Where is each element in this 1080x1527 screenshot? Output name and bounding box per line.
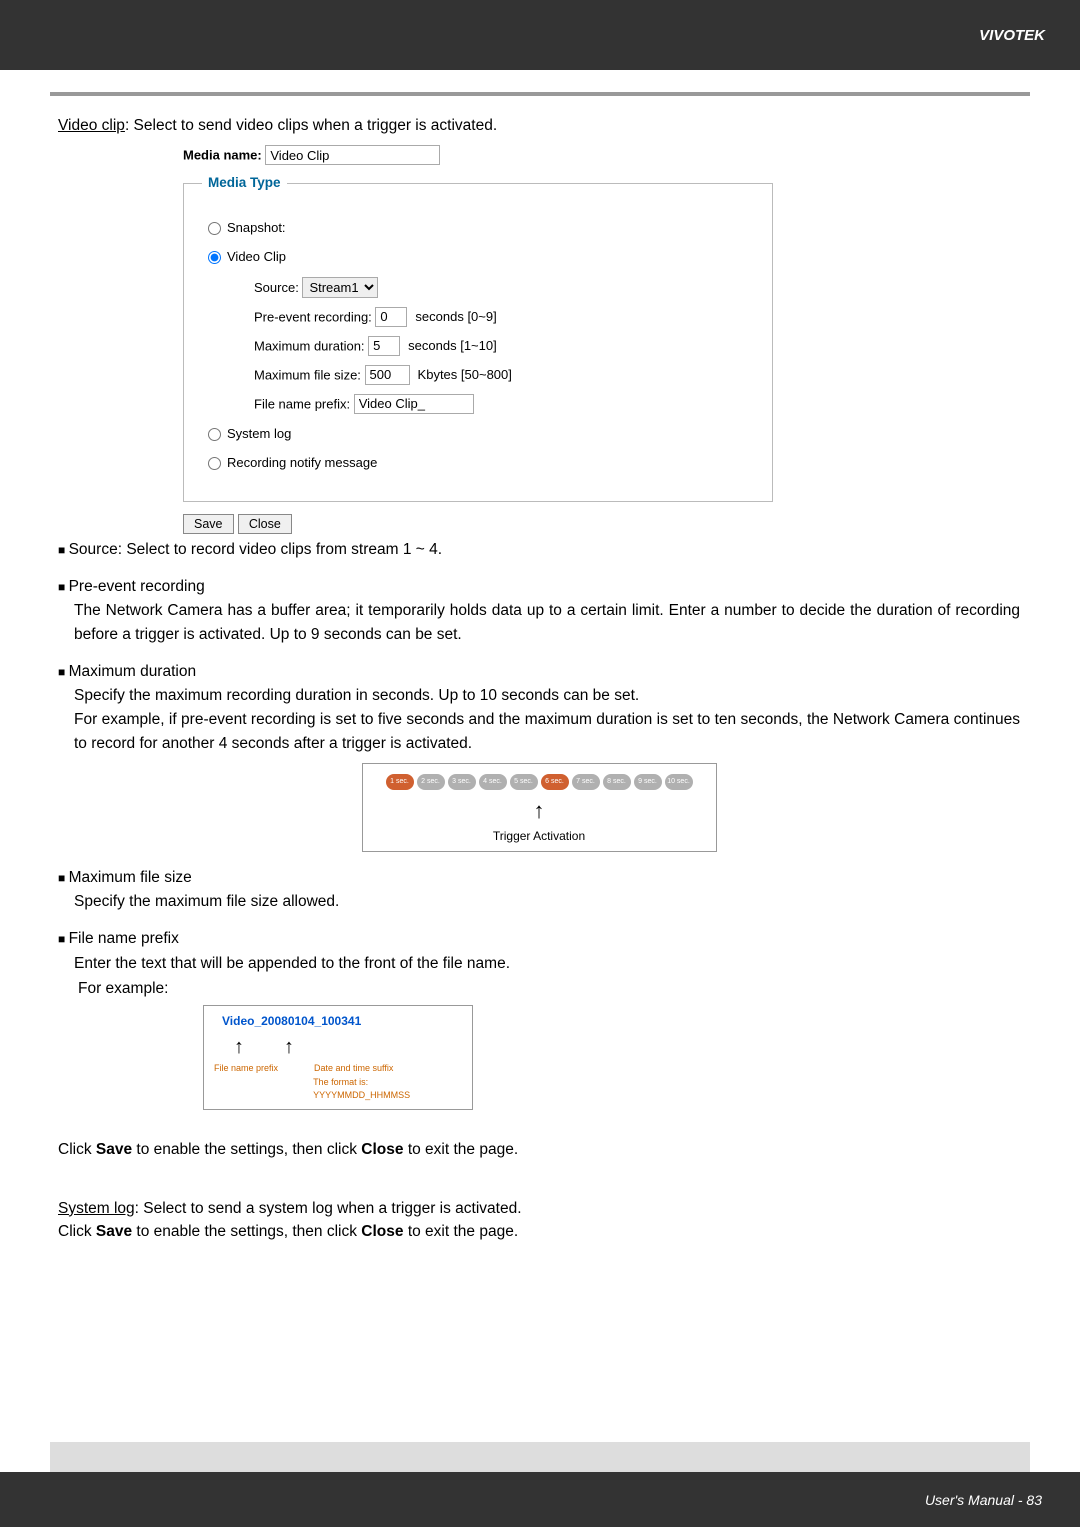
maxsize-body: Specify the maximum file size allowed. — [74, 890, 1020, 913]
snapshot-label: Snapshot: — [227, 220, 286, 235]
syslog-option[interactable]: System log — [208, 424, 754, 444]
sec-2: 2 sec. — [417, 774, 445, 790]
sec-7: 7 sec. — [572, 774, 600, 790]
prefix-example-diagram: Video_20080104_100341 ↑↑ File name prefi… — [203, 1005, 473, 1110]
button-row: Save Close — [183, 512, 773, 535]
prefix-title: File name prefix — [69, 930, 179, 947]
preevent-input[interactable] — [375, 307, 407, 327]
sec-10: 10 sec. — [665, 774, 693, 790]
recnotify-label: Recording notify message — [227, 455, 377, 470]
bullet-icon: ■ — [58, 932, 69, 946]
prefix-heading: ■ File name prefix — [58, 927, 1020, 950]
video-clip-intro-text: : Select to send video clips when a trig… — [125, 117, 497, 134]
media-name-row: Media name: — [183, 145, 773, 165]
source-label: Source: — [254, 280, 299, 295]
sec-4: 4 sec. — [479, 774, 507, 790]
maxdur-input[interactable] — [368, 336, 400, 356]
recnotify-option[interactable]: Recording notify message — [208, 453, 754, 473]
syslog-label: System log — [58, 1200, 135, 1217]
arrow-up-icon: ↑ — [234, 1032, 244, 1062]
videoclip-label: Video Clip — [227, 249, 286, 264]
example-legend-row2: The format is: YYYYMMDD_HHMMSS — [214, 1076, 466, 1103]
media-type-legend: Media Type — [202, 173, 287, 193]
syslog-label: System log — [227, 426, 291, 441]
sec-8: 8 sec. — [603, 774, 631, 790]
media-name-label: Media name: — [183, 148, 262, 163]
page-footer: User's Manual - 83 — [0, 1472, 1080, 1527]
save-instruction-2: Click Save to enable the settings, then … — [58, 1220, 1020, 1243]
video-clip-intro: Video clip: Select to send video clips w… — [58, 114, 1020, 137]
prefix-body: Enter the text that will be appended to … — [74, 952, 1020, 975]
video-clip-label: Video clip — [58, 117, 125, 134]
seconds-row: 1 sec. 2 sec. 3 sec. 4 sec. 5 sec. 6 sec… — [369, 774, 710, 790]
example-arrows: ↑↑ — [234, 1032, 466, 1062]
maxsize-input[interactable] — [365, 365, 410, 385]
source-select[interactable]: Stream1 — [302, 277, 378, 298]
page-content: Video clip: Select to send video clips w… — [0, 96, 1080, 1243]
media-name-input[interactable] — [265, 145, 440, 165]
preevent-label: Pre-event recording: — [254, 309, 372, 324]
preevent-row: Pre-event recording: seconds [0~9] — [254, 307, 754, 327]
maxdur-title: Maximum duration — [69, 663, 197, 680]
bullet-icon: ■ — [58, 871, 69, 885]
syslog-intro: System log: Select to send a system log … — [58, 1197, 1020, 1220]
page-header: VIVOTEK — [0, 0, 1080, 70]
preevent-title: Pre-event recording — [69, 578, 205, 595]
example-right1: Date and time suffix — [314, 1062, 393, 1076]
maxdur-label: Maximum duration: — [254, 338, 365, 353]
maxdur-body2: For example, if pre-event recording is s… — [74, 708, 1020, 755]
maxdur-body1: Specify the maximum recording duration i… — [74, 684, 1020, 707]
arrow-up-icon: ↑ — [369, 794, 710, 827]
sec-6: 6 sec. — [541, 774, 569, 790]
save-instruction-1: Click Save to enable the settings, then … — [58, 1138, 1020, 1161]
bullet-icon: ■ — [58, 580, 69, 594]
maxsize-label: Maximum file size: — [254, 367, 361, 382]
bullet-icon: ■ — [58, 543, 69, 557]
example-legend-row1: File name prefixDate and time suffix — [214, 1062, 466, 1076]
preevent-heading: ■ Pre-event recording — [58, 575, 1020, 598]
sec-9: 9 sec. — [634, 774, 662, 790]
sec-3: 3 sec. — [448, 774, 476, 790]
arrow-up-icon: ↑ — [284, 1032, 294, 1062]
source-bullet-text: Source: Select to record video clips fro… — [69, 541, 442, 558]
prefix-input[interactable] — [354, 394, 474, 414]
maxsize-row: Maximum file size: Kbytes [50~800] — [254, 365, 754, 385]
prefix-row: File name prefix: — [254, 394, 754, 414]
maxdur-row: Maximum duration: seconds [1~10] — [254, 336, 754, 356]
example-right2: The format is: YYYYMMDD_HHMMSS — [313, 1076, 466, 1103]
close-button[interactable]: Close — [238, 514, 292, 534]
bullet-icon: ■ — [58, 665, 69, 679]
snapshot-radio[interactable] — [208, 222, 221, 235]
media-form: Media name: Media Type Snapshot: Video C… — [183, 145, 773, 535]
source-row: Source: Stream1 — [254, 277, 754, 298]
footer-text: User's Manual - 83 — [925, 1492, 1042, 1508]
save-button[interactable]: Save — [183, 514, 234, 534]
sec-1: 1 sec. — [386, 774, 414, 790]
maxdur-unit: seconds [1~10] — [408, 338, 497, 353]
syslog-text: : Select to send a system log when a tri… — [135, 1200, 522, 1217]
videoclip-radio[interactable] — [208, 251, 221, 264]
footer-gray-band — [50, 1442, 1030, 1472]
maxsize-title: Maximum file size — [69, 869, 192, 886]
preevent-unit: seconds [0~9] — [415, 309, 496, 324]
media-type-fieldset: Media Type Snapshot: Video Clip Source: … — [183, 173, 773, 501]
preevent-body: The Network Camera has a buffer area; it… — [74, 599, 1020, 646]
duration-diagram: 1 sec. 2 sec. 3 sec. 4 sec. 5 sec. 6 sec… — [362, 763, 717, 852]
videoclip-settings: Source: Stream1 Pre-event recording: sec… — [254, 277, 754, 414]
prefix-example-label: For example: — [78, 977, 1020, 1000]
recnotify-radio[interactable] — [208, 457, 221, 470]
maxdur-heading: ■ Maximum duration — [58, 660, 1020, 683]
example-left: File name prefix — [214, 1062, 314, 1076]
prefix-label: File name prefix: — [254, 396, 350, 411]
videoclip-option[interactable]: Video Clip — [208, 247, 754, 267]
source-bullet: ■ Source: Select to record video clips f… — [58, 538, 1020, 561]
sec-5: 5 sec. — [510, 774, 538, 790]
syslog-radio[interactable] — [208, 428, 221, 441]
trigger-label: Trigger Activation — [369, 827, 710, 845]
maxsize-unit: Kbytes [50~800] — [418, 367, 512, 382]
maxsize-heading: ■ Maximum file size — [58, 866, 1020, 889]
example-filename: Video_20080104_100341 — [222, 1012, 466, 1030]
brand-text: VIVOTEK — [979, 27, 1045, 44]
snapshot-option[interactable]: Snapshot: — [208, 218, 754, 238]
